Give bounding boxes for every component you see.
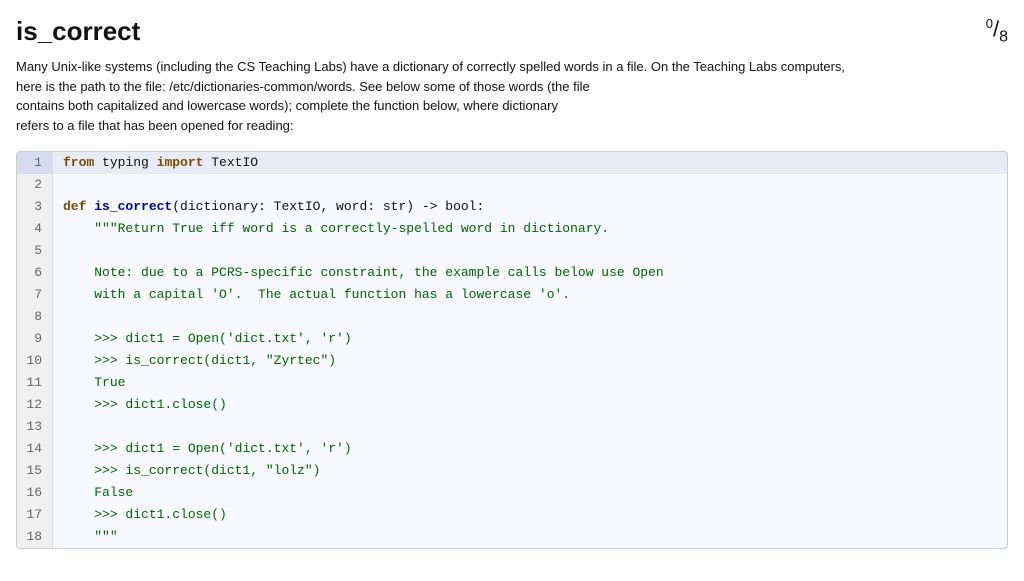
code-line-18: 18 """: [17, 526, 1007, 548]
code-line-3: 3 def is_correct(dictionary: TextIO, wor…: [17, 196, 1007, 218]
page-title: is_correct: [16, 16, 140, 47]
code-line-15: 15 >>> is_correct(dict1, "lolz"): [17, 460, 1007, 482]
code-line-10: 10 >>> is_correct(dict1, "Zyrtec"): [17, 350, 1007, 372]
line-content-3: def is_correct(dictionary: TextIO, word:…: [53, 196, 484, 218]
line-content-10: >>> is_correct(dict1, "Zyrtec"): [53, 350, 336, 372]
line-num-6: 6: [17, 262, 53, 284]
line-num-11: 11: [17, 372, 53, 394]
code-line-2: 2: [17, 174, 1007, 196]
code-line-4: 4 """Return True iff word is a correctly…: [17, 218, 1007, 240]
line-num-16: 16: [17, 482, 53, 504]
line-content-8: [53, 306, 71, 328]
code-line-7: 7 with a capital 'O'. The actual functio…: [17, 284, 1007, 306]
line-content-4: """Return True iff word is a correctly-s…: [53, 218, 609, 240]
line-num-14: 14: [17, 438, 53, 460]
code-line-13: 13: [17, 416, 1007, 438]
line-content-14: >>> dict1 = Open('dict.txt', 'r'): [53, 438, 352, 460]
line-num-5: 5: [17, 240, 53, 262]
line-num-4: 4: [17, 218, 53, 240]
line-content-12: >>> dict1.close(): [53, 394, 227, 416]
code-line-12: 12 >>> dict1.close(): [17, 394, 1007, 416]
score-denominator: 8: [999, 29, 1008, 46]
code-line-8: 8: [17, 306, 1007, 328]
line-content-13: [53, 416, 71, 438]
code-line-11: 11 True: [17, 372, 1007, 394]
line-num-18: 18: [17, 526, 53, 548]
code-line-5: 5: [17, 240, 1007, 262]
line-content-5: [53, 240, 71, 262]
desc-line3: contains both capitalized and lowercase …: [16, 98, 558, 113]
line-num-17: 17: [17, 504, 53, 526]
line-num-2: 2: [17, 174, 53, 196]
line-num-8: 8: [17, 306, 53, 328]
code-line-9: 9 >>> dict1 = Open('dict.txt', 'r'): [17, 328, 1007, 350]
problem-description: Many Unix-like systems (including the CS…: [16, 57, 956, 135]
code-editor[interactable]: 1 from typing import TextIO 2 3 def is_c…: [16, 151, 1008, 549]
line-content-9: >>> dict1 = Open('dict.txt', 'r'): [53, 328, 352, 350]
code-line-14: 14 >>> dict1 = Open('dict.txt', 'r'): [17, 438, 1007, 460]
code-line-1: 1 from typing import TextIO: [17, 152, 1007, 174]
line-content-1: from typing import TextIO: [53, 152, 258, 174]
code-line-6: 6 Note: due to a PCRS-specific constrain…: [17, 262, 1007, 284]
line-num-7: 7: [17, 284, 53, 306]
header-row: is_correct 0/8: [16, 16, 1008, 47]
line-num-1: 1: [17, 152, 53, 174]
line-content-7: with a capital 'O'. The actual function …: [53, 284, 570, 306]
desc-line1: Many Unix-like systems (including the CS…: [16, 59, 845, 74]
desc-line2: here is the path to the file: /etc/dicti…: [16, 79, 590, 94]
line-num-12: 12: [17, 394, 53, 416]
score-display: 0/8: [986, 16, 1008, 47]
line-num-10: 10: [17, 350, 53, 372]
line-content-15: >>> is_correct(dict1, "lolz"): [53, 460, 320, 482]
line-content-18: """: [53, 526, 118, 548]
line-num-13: 13: [17, 416, 53, 438]
score-numerator: 0: [986, 16, 993, 31]
line-content-11: True: [53, 372, 125, 394]
line-content-17: >>> dict1.close(): [53, 504, 227, 526]
desc-line4: refers to a file that has been opened fo…: [16, 118, 294, 133]
code-line-17: 17 >>> dict1.close(): [17, 504, 1007, 526]
line-content-16: False: [53, 482, 133, 504]
line-content-6: Note: due to a PCRS-specific constraint,…: [53, 262, 664, 284]
line-num-15: 15: [17, 460, 53, 482]
line-num-3: 3: [17, 196, 53, 218]
line-num-9: 9: [17, 328, 53, 350]
code-line-16: 16 False: [17, 482, 1007, 504]
